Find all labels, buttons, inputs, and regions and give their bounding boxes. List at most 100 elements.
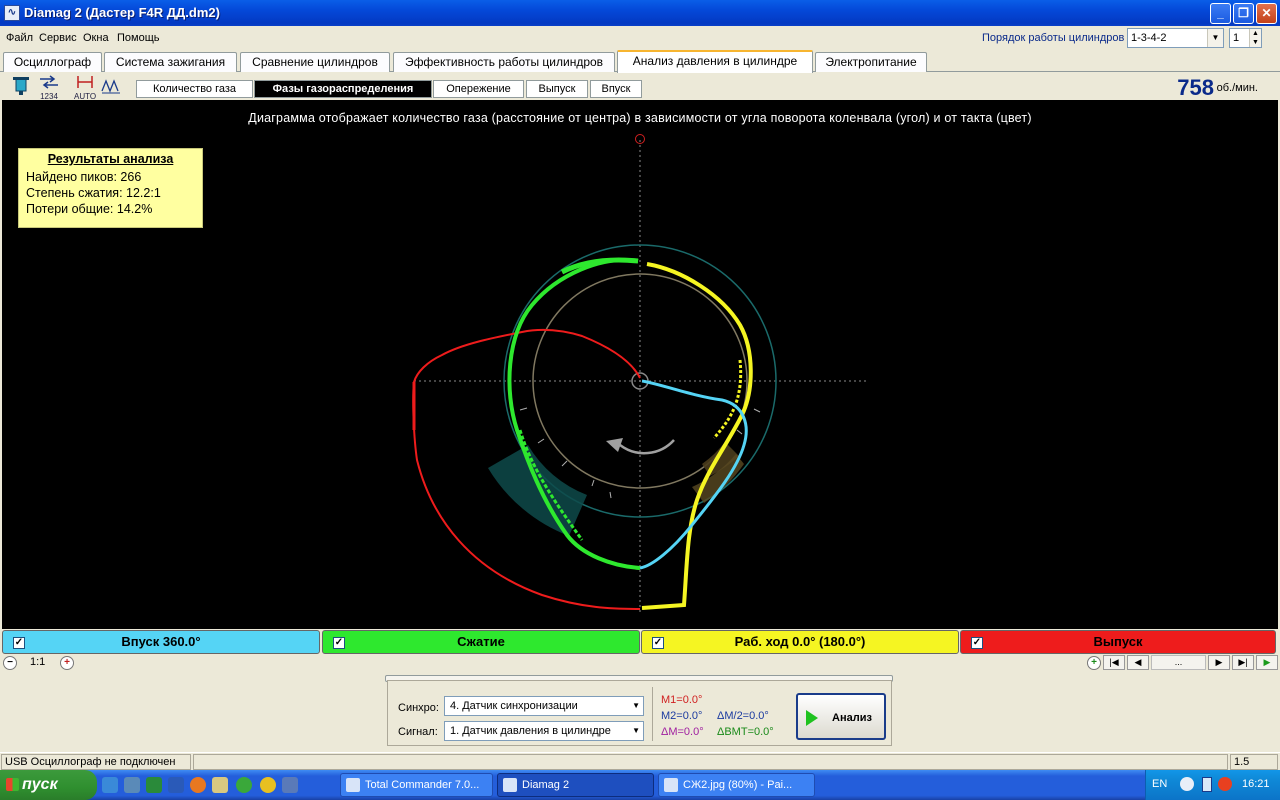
stroke-legend: ✓ Впуск 360.0° ✓ Сжатие ✓ Раб. ход 0.0° … — [2, 630, 1278, 654]
sync-value: 4. Датчик синхронизации — [450, 700, 578, 712]
analyze-button[interactable]: Анализ — [796, 693, 886, 740]
clock: 16:21 — [1242, 778, 1270, 790]
close-button[interactable]: ✕ — [1256, 3, 1277, 24]
first-page-icon[interactable]: |◀ — [1103, 655, 1125, 670]
diagram-caption: Диаграмма отображает количество газа (ра… — [248, 111, 1032, 125]
signal-select[interactable]: 1. Датчик давления в цилиндре ▼ — [444, 721, 644, 741]
zoom-bar: − 1:1 + + |◀ ◀ ... ▶ ▶| ▶ — [0, 655, 1280, 671]
page-position[interactable]: ... — [1151, 655, 1206, 670]
prev-page-icon[interactable]: ◀ — [1127, 655, 1149, 670]
task-total-commander-label: Total Commander 7.0... — [365, 779, 480, 791]
word-icon[interactable] — [168, 777, 184, 793]
results-losses: Потери общие: 14.2% — [26, 202, 153, 216]
minimize-button[interactable]: _ — [1210, 3, 1231, 24]
tab-cylinder-pressure[interactable]: Анализ давления в цилиндре — [617, 50, 813, 73]
analysis-results-box: Результаты анализа Найдено пиков: 266 Ст… — [18, 148, 203, 228]
legend-intake-checkbox[interactable]: ✓ — [13, 637, 25, 649]
spinner-arrows-icon: ▲ ▼ — [1249, 29, 1261, 47]
marker-m1: M1=0.0° — [661, 694, 703, 706]
subtab-exhaust[interactable]: Выпуск — [526, 80, 588, 98]
subtab-gas-amount[interactable]: Количество газа — [136, 80, 253, 98]
maximize-button[interactable]: ❐ — [1233, 3, 1254, 24]
window-title: Diamag 2 (Дастер F4R ДД.dm2) — [24, 5, 220, 20]
tray-back-icon[interactable] — [1180, 777, 1194, 791]
menu-service[interactable]: Сервис — [39, 32, 77, 44]
task-total-commander[interactable]: Total Commander 7.0... — [340, 773, 493, 797]
antivirus-icon[interactable] — [1218, 777, 1232, 791]
menu-file[interactable]: Файл — [6, 32, 33, 44]
battery-icon[interactable] — [1202, 777, 1212, 792]
cylinder-order-value: 1-3-4-2 — [1131, 32, 1167, 44]
sub-toolbar: 1234 AUTO Количество газа Фазы газораспр… — [0, 73, 1280, 101]
marker-delta-m-half: ΔM/2=0.0° — [717, 710, 769, 722]
intake-phase-sector — [488, 445, 587, 536]
oscilloscope-icon: ∿ — [4, 5, 20, 21]
diagram-canvas[interactable]: Диаграмма отображает количество газа (ра… — [2, 100, 1278, 629]
internet-explorer-icon[interactable] — [102, 777, 118, 793]
legend-exhaust-checkbox[interactable]: ✓ — [971, 637, 983, 649]
menu-windows[interactable]: Окна — [83, 32, 109, 44]
sync-select[interactable]: 4. Датчик синхронизации ▼ — [444, 696, 644, 716]
windows-flag-icon — [6, 778, 19, 791]
tab-oscilloscope[interactable]: Осциллограф — [3, 52, 102, 72]
panel-divider — [652, 687, 653, 741]
subtab-intake[interactable]: Впуск — [590, 80, 642, 98]
start-button[interactable]: пуск — [0, 770, 97, 800]
task-paint[interactable]: СЖ2.jpg (80%) - Pai... — [658, 773, 815, 797]
excel-icon[interactable] — [146, 777, 162, 793]
subtab-valve-timing[interactable]: Фазы газораспределения — [254, 80, 432, 98]
cylinder-count-spinner[interactable]: 1 ▲ ▼ — [1229, 28, 1262, 48]
play-icon[interactable]: ▶ — [1256, 655, 1278, 670]
power-stroke-curve — [641, 262, 753, 610]
last-page-icon[interactable]: ▶| — [1232, 655, 1254, 670]
zoom-in-icon[interactable]: + — [60, 656, 74, 670]
tab-ignition[interactable]: Система зажигания — [104, 52, 237, 72]
results-compression-ratio: Степень сжатия: 12.2:1 — [26, 186, 161, 200]
legend-exhaust[interactable]: ✓ Выпуск — [960, 630, 1276, 654]
legend-power-label: Раб. ход 0.0° (180.0°) — [734, 634, 866, 649]
rpm-value: 758 — [1177, 75, 1214, 100]
rpm-unit: об./мин. — [1216, 82, 1258, 94]
transfer-icon[interactable]: 1234 — [38, 75, 60, 101]
language-indicator[interactable]: EN — [1152, 778, 1167, 790]
firefox-icon[interactable] — [190, 777, 206, 793]
auto-scale-icon[interactable]: AUTO — [74, 75, 96, 101]
legend-intake[interactable]: ✓ Впуск 360.0° — [2, 630, 320, 654]
tab-cylinder-efficiency[interactable]: Эффективность работы цилиндров — [393, 52, 615, 72]
chevron-down-icon: ▼ — [1207, 29, 1223, 47]
utorrent-icon[interactable] — [236, 777, 252, 793]
tab-cylinder-compare[interactable]: Сравнение цилиндров — [240, 52, 390, 72]
task-diamag-label: Diamag 2 — [522, 779, 570, 791]
status-connection: USB Осциллограф не подключен — [1, 754, 191, 770]
desktop-icon[interactable] — [124, 777, 140, 793]
next-page-icon[interactable]: ▶ — [1208, 655, 1230, 670]
signal-value: 1. Датчик давления в цилиндре — [450, 725, 611, 737]
cylinder-count-value: 1 — [1233, 32, 1240, 44]
chrome-icon[interactable] — [260, 777, 276, 793]
task-diamag[interactable]: Diamag 2 — [497, 773, 654, 797]
zoom-out-icon[interactable]: − — [3, 656, 17, 670]
marker-delta-m: ΔM=0.0° — [661, 726, 704, 738]
cylinder-order-select[interactable]: 1-3-4-2 ▼ — [1127, 28, 1224, 48]
cylinder-icon[interactable] — [10, 75, 32, 97]
total-commander-icon — [346, 778, 360, 792]
tab-power-supply[interactable]: Электропитание — [815, 52, 927, 72]
legend-power-stroke[interactable]: ✓ Раб. ход 0.0° (180.0°) — [641, 630, 959, 654]
legend-compression[interactable]: ✓ Сжатие — [322, 630, 640, 654]
legend-exhaust-label: Выпуск — [1093, 634, 1143, 649]
menu-help[interactable]: Помощь — [117, 32, 160, 44]
menu-bar: Файл Сервис Окна Помощь Порядок работы ц… — [0, 26, 1280, 50]
save-icon[interactable] — [282, 777, 298, 793]
legend-compression-label: Сжатие — [457, 634, 505, 649]
add-marker-icon[interactable]: + — [1087, 656, 1101, 670]
main-tabs: Осциллограф Система зажигания Сравнение … — [0, 50, 1280, 73]
zoom-level: 1:1 — [30, 656, 46, 668]
taskbar: пуск Total Commander 7.0... Diamag 2 СЖ2… — [0, 770, 1280, 800]
cylinder-order-label: Порядок работы цилиндров — [982, 32, 1125, 44]
marker-delta-bmt: ΔBMT=0.0° — [717, 726, 774, 738]
subtab-advance[interactable]: Опережение — [433, 80, 524, 98]
explorer-icon[interactable] — [212, 777, 228, 793]
waveform-icon[interactable] — [100, 75, 122, 97]
legend-compression-checkbox[interactable]: ✓ — [333, 637, 345, 649]
legend-power-checkbox[interactable]: ✓ — [652, 637, 664, 649]
